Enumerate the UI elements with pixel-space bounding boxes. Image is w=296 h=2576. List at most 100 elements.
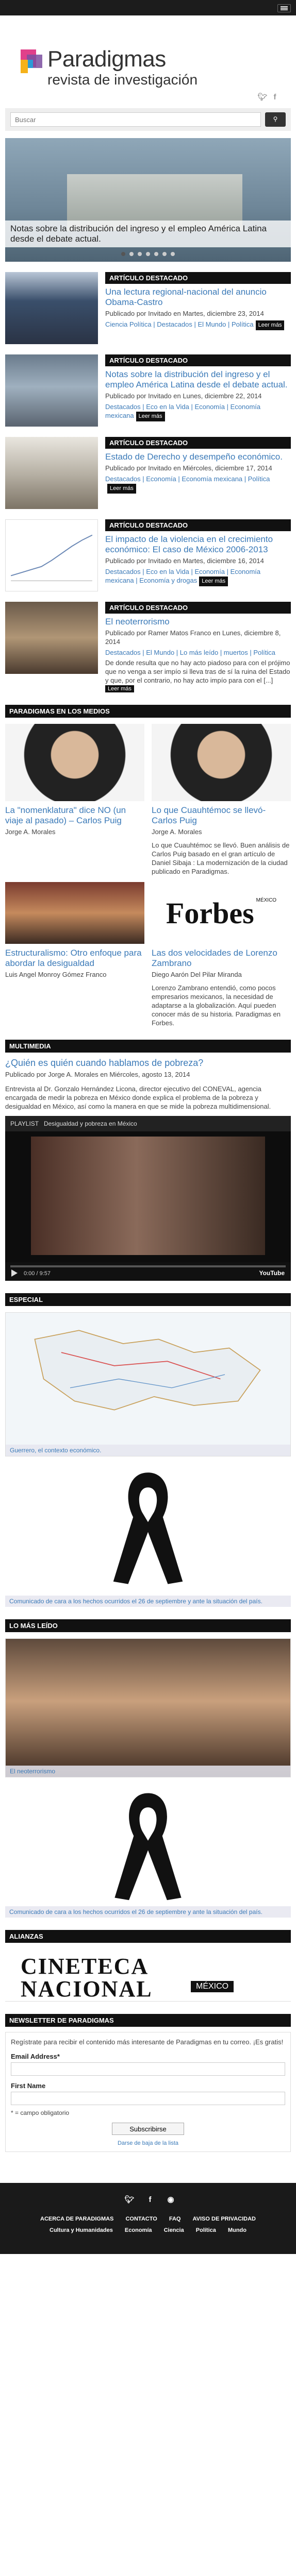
article-categories[interactable]: Destacados | Eco en la Vida | Economía |…: [105, 567, 291, 586]
video-player[interactable]: PLAYLIST Desigualdad y pobreza en México…: [5, 1116, 291, 1281]
media-thumbnail[interactable]: [5, 724, 144, 801]
article-categories[interactable]: Destacados | Eco en la Vida | Economía |…: [105, 402, 291, 421]
media-excerpt: Lo que Cuauhtémoc se llevó. Buen análisi…: [152, 841, 290, 875]
read-more-button[interactable]: Leer más: [136, 412, 165, 421]
article-card: ARTÍCULO DESTACADO El impacto de la viol…: [5, 519, 291, 591]
article-thumbnail[interactable]: [5, 519, 98, 591]
read-more-button[interactable]: Leer más: [105, 685, 134, 692]
read-more-button[interactable]: Leer más: [255, 320, 285, 330]
slide-caption[interactable]: Notas sobre la distribución del ingreso …: [5, 221, 291, 247]
media-title[interactable]: Lo que Cuauhtémoc se llevó- Carlos Puig: [152, 805, 291, 826]
footer-nav-primary: ACERCA DE PARADIGMAS CONTACTO FAQ AVISO …: [5, 2216, 291, 2222]
article-title[interactable]: Una lectura regional-nacional del anunci…: [105, 287, 291, 308]
especial-map-thumbnail[interactable]: Guerrero, el contexto económico.: [5, 1312, 291, 1456]
slider-dot[interactable]: [162, 252, 167, 256]
masleido-caption[interactable]: El neoterrorismo: [6, 1766, 290, 1777]
article-thumbnail[interactable]: [5, 354, 98, 427]
read-more-button[interactable]: Leer más: [199, 577, 228, 586]
facebook-icon[interactable]: f: [144, 2194, 156, 2206]
article-categories[interactable]: Ciencia Política | Destacados | El Mundo…: [105, 320, 291, 330]
video-frame[interactable]: [31, 1137, 265, 1255]
twitter-icon[interactable]: 🐦︎: [124, 2194, 135, 2206]
article-card: ARTÍCULO DESTACADO Notas sobre la distri…: [5, 354, 291, 427]
cineteca-logo-line2: NACIONAL: [21, 1976, 153, 2002]
footer-link[interactable]: Ciencia: [164, 2227, 184, 2233]
media-title[interactable]: La "nomenklatura" dice NO (un viaje al p…: [5, 805, 144, 826]
twitter-icon[interactable]: 🐦︎: [257, 92, 268, 103]
article-title[interactable]: Estado de Derecho y desempeño económico.: [105, 452, 291, 462]
email-field[interactable]: [11, 2062, 285, 2076]
first-name-label: First Name: [11, 2082, 46, 2090]
featured-slider[interactable]: Notas sobre la distribución del ingreso …: [5, 138, 291, 262]
article-tag: ARTÍCULO DESTACADO: [105, 602, 291, 614]
footer-link[interactable]: ACERCA DE PARADIGMAS: [40, 2216, 113, 2222]
footer-link[interactable]: CONTACTO: [125, 2216, 157, 2222]
search-button[interactable]: ⚲: [265, 112, 286, 127]
site-title[interactable]: Paradigmas: [47, 47, 166, 71]
facebook-icon[interactable]: f: [269, 92, 281, 103]
footer-link[interactable]: AVISO DE PRIVACIDAD: [193, 2216, 256, 2222]
slider-dot[interactable]: [121, 252, 125, 256]
first-name-field[interactable]: [11, 2092, 285, 2105]
article-categories-links[interactable]: Ciencia Política | Destacados | El Mundo…: [105, 320, 254, 328]
slider-dot[interactable]: [138, 252, 142, 256]
article-thumbnail[interactable]: [5, 272, 98, 344]
article-categories[interactable]: Destacados | Economía | Economía mexican…: [105, 474, 291, 494]
playlist-label[interactable]: PLAYLIST: [10, 1120, 39, 1127]
video-top-bar: PLAYLIST Desigualdad y pobreza en México: [5, 1116, 291, 1131]
slider-dot[interactable]: [154, 252, 158, 256]
slider-dot[interactable]: [129, 252, 134, 256]
media-thumbnail[interactable]: [5, 882, 144, 944]
masleido-caption[interactable]: Comunicado de cara a los hechos ocurrido…: [5, 1906, 291, 1918]
article-thumbnail[interactable]: [5, 437, 98, 509]
especial-ribbon-thumbnail[interactable]: Comunicado de cara a los hechos ocurrido…: [5, 1463, 291, 1607]
play-icon[interactable]: [11, 1269, 18, 1277]
masleido-thumbnail[interactable]: El neoterrorismo: [5, 1638, 291, 1777]
read-more-button[interactable]: Leer más: [107, 484, 136, 494]
article-tag: ARTÍCULO DESTACADO: [105, 437, 291, 449]
site-subtitle: revista de investigación: [47, 72, 198, 88]
video-title[interactable]: Desigualdad y pobreza en México: [44, 1120, 137, 1127]
article-title[interactable]: El neoterrorismo: [105, 617, 291, 627]
footer-link[interactable]: Política: [196, 2227, 216, 2233]
forbes-logo[interactable]: Forbes MÉXICO: [152, 882, 291, 944]
article-title[interactable]: Notas sobre la distribución del ingreso …: [105, 369, 291, 390]
especial-caption[interactable]: Comunicado de cara a los hechos ocurrido…: [5, 1596, 291, 1607]
video-progress-bar[interactable]: [10, 1265, 286, 1267]
multimedia-text: Entrevista al Dr. Gonzalo Hernández Lico…: [5, 1085, 271, 1110]
multimedia-title[interactable]: ¿Quién es quién cuando hablamos de pobre…: [5, 1058, 291, 1069]
search-bar: ⚲: [5, 108, 291, 131]
slider-dot[interactable]: [171, 252, 175, 256]
article-categories-links[interactable]: Destacados | Economía | Economía mexican…: [105, 475, 270, 483]
logo-mark-icon: [21, 49, 42, 73]
unsubscribe-link[interactable]: Darse de baja de la lista: [11, 2140, 285, 2146]
media-title[interactable]: Las dos velocidades de Lorenzo Zambrano: [152, 948, 291, 969]
footer-link[interactable]: Cultura y Humanidades: [50, 2227, 113, 2233]
article-categories[interactable]: Destacados | El Mundo | Lo más leído | m…: [105, 648, 291, 657]
media-author: Luis Angel Monroy Gómez Franco: [5, 971, 107, 978]
footer-link[interactable]: Economía: [125, 2227, 152, 2233]
article-thumbnail[interactable]: [5, 602, 98, 674]
masleido-ribbon-thumbnail[interactable]: Comunicado de cara a los hechos ocurrido…: [5, 1784, 291, 1918]
menu-toggle-button[interactable]: [277, 4, 291, 12]
article-card: ARTÍCULO DESTACADO Una lectura regional-…: [5, 272, 291, 344]
subscribe-button[interactable]: Subscribirse: [112, 2123, 184, 2135]
article-categories-links[interactable]: Destacados | El Mundo | Lo más leído | m…: [105, 649, 275, 656]
media-title[interactable]: Estructuralismo: Otro enfoque para abord…: [5, 948, 144, 969]
slider-dot[interactable]: [146, 252, 150, 256]
top-nav-bar: [0, 0, 296, 15]
youtube-icon[interactable]: YouTube: [259, 1269, 285, 1277]
article-categories-links[interactable]: Destacados | Eco en la Vida | Economía |…: [105, 403, 260, 419]
media-thumbnail[interactable]: [152, 724, 291, 801]
required-note: * = campo obligatorio: [11, 2109, 70, 2116]
video-time: 0:00 / 9:57: [24, 1270, 51, 1277]
cineteca-logo[interactable]: CINETECA NACIONAL MÉXICO: [5, 1950, 291, 2002]
footer-link[interactable]: Mundo: [228, 2227, 246, 2233]
article-categories-links[interactable]: Destacados | Eco en la Vida | Economía |…: [105, 568, 260, 584]
especial-caption[interactable]: Guerrero, el contexto económico.: [6, 1445, 290, 1456]
search-input[interactable]: [10, 112, 261, 127]
rss-icon[interactable]: ◉: [165, 2194, 176, 2206]
footer-link[interactable]: FAQ: [169, 2216, 181, 2222]
article-title[interactable]: El impacto de la violencia en el crecimi…: [105, 534, 291, 555]
media-excerpt: Lorenzo Zambrano entendió, como pocos em…: [152, 984, 281, 1027]
